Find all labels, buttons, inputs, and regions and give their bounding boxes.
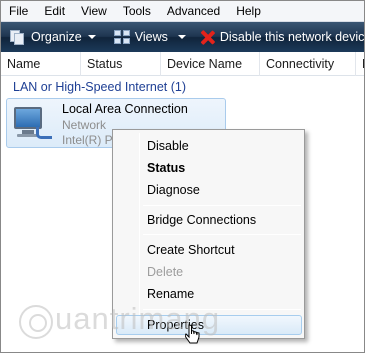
- menu-edit[interactable]: Edit: [36, 1, 73, 22]
- menu-file[interactable]: File: [1, 1, 36, 22]
- views-icon: [113, 30, 130, 44]
- menu-item-status[interactable]: Status: [147, 160, 185, 176]
- column-network[interactable]: N: [356, 52, 364, 76]
- connection-device: Intel(R) Pl: [62, 133, 116, 147]
- column-connectivity[interactable]: Connectivity: [260, 52, 356, 76]
- mouse-cursor-icon: [185, 324, 200, 344]
- computer-network-icon: [12, 105, 54, 143]
- menu-advanced[interactable]: Advanced: [159, 1, 228, 22]
- views-button[interactable]: Views: [108, 24, 192, 50]
- menu-view[interactable]: View: [73, 1, 115, 22]
- network-connections-window: File Edit View Tools Advanced Help Organ…: [0, 0, 365, 353]
- menu-separator: [143, 205, 301, 206]
- menu-item-create-shortcut[interactable]: Create Shortcut: [147, 242, 235, 258]
- column-name[interactable]: Name: [1, 52, 81, 76]
- menu-bar: File Edit View Tools Advanced Help: [1, 1, 364, 22]
- menu-help[interactable]: Help: [228, 1, 269, 22]
- column-status[interactable]: Status: [81, 52, 161, 76]
- disable-label: Disable this network device: [219, 30, 365, 44]
- menu-tools[interactable]: Tools: [115, 1, 159, 22]
- menu-item-diagnose[interactable]: Diagnose: [147, 182, 200, 198]
- watermark-logo-icon: [19, 305, 53, 339]
- organize-button[interactable]: Organize: [1, 24, 102, 50]
- menu-item-delete: Delete: [147, 265, 184, 279]
- views-label: Views: [134, 30, 168, 44]
- connection-status: Network: [62, 118, 107, 132]
- disable-network-device-button[interactable]: Disable this network device: [194, 24, 365, 50]
- column-device-name[interactable]: Device Name: [161, 52, 260, 76]
- command-toolbar: Organize Views Disable this network devi…: [1, 22, 365, 52]
- column-header-row: Name Status Device Name Connectivity N: [1, 52, 364, 76]
- menu-separator: [143, 234, 301, 235]
- connection-name: Local Area Connection: [62, 102, 188, 116]
- disable-x-icon: [200, 30, 215, 45]
- organize-label: Organize: [31, 30, 82, 44]
- menu-item-rename[interactable]: Rename: [147, 286, 194, 302]
- organize-icon: [10, 29, 26, 45]
- group-header[interactable]: LAN or High-Speed Internet (1): [13, 80, 186, 94]
- chevron-down-icon: [177, 35, 186, 39]
- menu-item-disable[interactable]: Disable: [147, 138, 189, 154]
- chevron-down-icon: [87, 35, 96, 39]
- menu-item-bridge-connections[interactable]: Bridge Connections: [147, 212, 256, 228]
